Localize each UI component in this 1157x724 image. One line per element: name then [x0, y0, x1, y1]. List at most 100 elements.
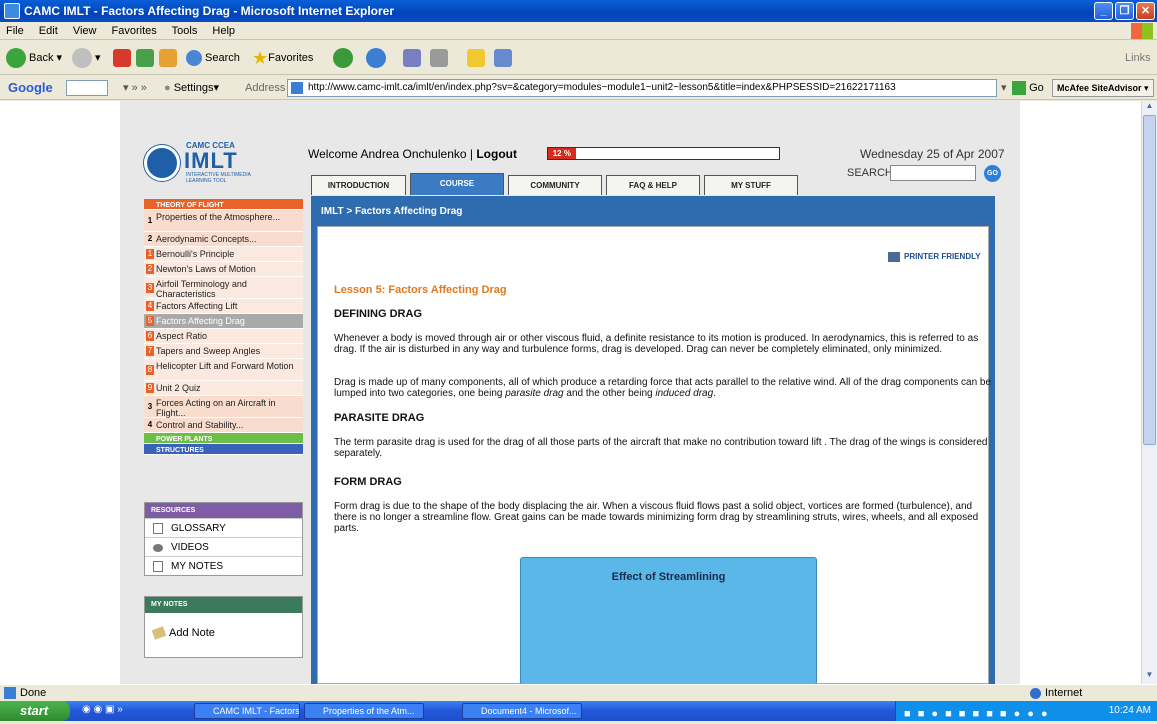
resource-glossary[interactable]: GLOSSARY [145, 518, 302, 537]
nav-item-forces[interactable]: 3 Forces Acting on an Aircraft in Flight.… [144, 396, 303, 418]
tray-icons[interactable]: ■ ■ ● ■ ■ ■ ■ ■ ● ● ● [904, 704, 1050, 724]
messenger-icon[interactable] [494, 49, 512, 67]
tab-course[interactable]: COURSE [410, 173, 504, 195]
tab-my-stuff[interactable]: MY STUFF [704, 175, 798, 195]
logout-link[interactable]: Logout [476, 147, 517, 161]
start-button[interactable]: start [0, 701, 70, 721]
mcafee-siteadvisor-button[interactable]: McAfee SiteAdvisor ▾ [1052, 79, 1154, 97]
task-camc-imlt[interactable]: CAMC IMLT - Factors ... [194, 703, 300, 719]
windows-logo-icon [1131, 23, 1153, 39]
paragraph-form-drag: Form drag is due to the shape of the bod… [334, 501, 979, 534]
quick-launch-icons[interactable]: ◉ ◉ ▣ » [82, 704, 123, 715]
heading-parasite-drag: PARASITE DRAG [334, 412, 425, 424]
scroll-up-icon[interactable]: ▲ [1142, 101, 1157, 115]
address-dropdown-icon[interactable]: ▾ [1001, 76, 1007, 100]
nav-item-atmosphere[interactable]: 1 Properties of the Atmosphere... [144, 210, 303, 232]
favorites-button[interactable]: ★Favorites [252, 46, 313, 70]
ie-app-icon [4, 3, 20, 19]
nav-power-plants-header[interactable]: POWER PLANTS [144, 433, 303, 444]
welcome-message: Welcome Andrea Onchulenko | Logout [308, 147, 517, 161]
document-icon [153, 523, 163, 534]
tab-faq-help[interactable]: FAQ & HELP [606, 175, 700, 195]
task-document4[interactable]: Document4 - Microsof... [462, 703, 582, 719]
print-icon[interactable] [430, 49, 448, 67]
search-label: SEARCH [847, 167, 893, 179]
tab-introduction[interactable]: INTRODUCTION [311, 175, 406, 195]
nav-item-unit2-quiz[interactable]: 9 Unit 2 Quiz [144, 381, 303, 396]
nav-item-aspect-ratio[interactable]: 6 Aspect Ratio [144, 329, 303, 344]
note-icon [151, 626, 167, 640]
menu-file[interactable]: File [6, 25, 24, 37]
window-titlebar: CAMC IMLT - Factors Affecting Drag - Mic… [0, 0, 1157, 22]
lesson-content-frame: IMLT > Factors Affecting Drag PRINTER FR… [311, 196, 995, 684]
refresh-icon[interactable] [136, 49, 154, 67]
scroll-down-icon[interactable]: ▼ [1142, 670, 1157, 684]
nav-item-tapers[interactable]: 7 Tapers and Sweep Angles [144, 344, 303, 359]
status-text: Done [20, 687, 47, 699]
current-date: Wednesday 25 of Apr 2007 [860, 147, 1005, 161]
nav-item-airfoil[interactable]: 3 Airfoil Terminology and Characteristics [144, 277, 303, 299]
nav-item-factors-drag[interactable]: 5 Factors Affecting Drag [144, 314, 303, 329]
resource-my-notes[interactable]: MY NOTES [145, 556, 302, 575]
course-navigation: THEORY OF FLIGHT 1 Properties of the Atmo… [144, 199, 303, 455]
home-icon[interactable] [159, 49, 177, 67]
mail-icon[interactable] [403, 49, 421, 67]
tab-community[interactable]: COMMUNITY [508, 175, 602, 195]
google-search-input[interactable] [66, 80, 108, 96]
go-button[interactable]: Go [1012, 76, 1044, 100]
address-input[interactable]: http://www.camc-imlt.ca/imlt/en/index.ph… [287, 79, 997, 97]
breadcrumb: IMLT > Factors Affecting Drag [321, 206, 463, 217]
windows-taskbar: start ◉ ◉ ▣ » CAMC IMLT - Factors ... Pr… [0, 701, 1157, 721]
nav-item-control-stability[interactable]: 4 Control and Stability... [144, 418, 303, 433]
site-search-go-button[interactable]: GO [984, 165, 1001, 182]
address-label: Address [245, 82, 286, 94]
gear-icon: ● [164, 82, 171, 94]
media-icon[interactable] [333, 48, 353, 68]
maximize-button[interactable]: ❐ [1115, 2, 1134, 20]
stop-icon[interactable] [113, 49, 131, 67]
system-tray: ■ ■ ● ■ ■ ■ ■ ■ ● ● ● 10:24 AM [895, 701, 1157, 721]
nav-item-factors-lift[interactable]: 4 Factors Affecting Lift [144, 299, 303, 314]
search-button[interactable]: Search [186, 46, 240, 70]
my-notes-header: MY NOTES [145, 597, 302, 613]
ie-page-icon [4, 687, 16, 699]
task-properties-atm[interactable]: Properties of the Atm... [304, 703, 424, 719]
add-note-button[interactable]: Add Note [151, 626, 215, 640]
resource-videos[interactable]: VIDEOS [145, 537, 302, 556]
links-label[interactable]: Links [1125, 46, 1151, 70]
menu-tools[interactable]: Tools [172, 25, 198, 37]
paragraph-drag-components: Drag is made up of many components, all … [334, 377, 992, 399]
history-icon[interactable] [366, 48, 386, 68]
imlt-logo: CAMC CCEA IMLT INTERACTIVE MULTIMEDIA LE… [144, 141, 294, 186]
nav-theory-of-flight-header[interactable]: THEORY OF FLIGHT [144, 199, 303, 210]
folder-icon[interactable] [467, 49, 485, 67]
scrollbar-thumb[interactable] [1143, 115, 1156, 445]
menu-help[interactable]: Help [212, 25, 235, 37]
nav-item-newton[interactable]: 2 Newton's Laws of Motion [144, 262, 303, 277]
printer-friendly-link[interactable]: PRINTER FRIENDLY [888, 252, 981, 262]
menu-bar: File Edit View Favorites Tools Help [0, 22, 1157, 40]
google-logo: Google [8, 80, 53, 95]
google-dropdown-icon[interactable]: ▾ » » [123, 76, 147, 100]
menu-view[interactable]: View [73, 25, 97, 37]
vertical-scrollbar[interactable]: ▲ ▼ [1141, 101, 1157, 684]
nav-item-aerodynamic-concepts[interactable]: 2 Aerodynamic Concepts... [144, 232, 303, 247]
course-progress-bar: 12 % [547, 147, 780, 160]
minimize-button[interactable]: _ [1094, 2, 1113, 20]
site-search-input[interactable] [890, 165, 976, 181]
status-bar: Done Internet [0, 684, 1157, 701]
nav-structures-header[interactable]: STRUCTURES [144, 444, 303, 455]
paragraph-defining-drag: Whenever a body is moved through air or … [334, 333, 979, 355]
nav-item-helicopter[interactable]: 8 Helicopter Lift and Forward Motion [144, 359, 303, 381]
close-button[interactable]: ✕ [1136, 2, 1155, 20]
menu-favorites[interactable]: Favorites [112, 25, 157, 37]
google-settings-button[interactable]: ● Settings▾ [164, 76, 219, 100]
printer-icon [888, 252, 900, 262]
streamlining-figure: Effect of Streamlining [520, 557, 817, 684]
back-button[interactable]: Back ▾ [6, 46, 62, 70]
figure-title: Effect of Streamlining [611, 571, 726, 583]
nav-item-bernoulli[interactable]: 1 Bernoulli's Principle [144, 247, 303, 262]
my-notes-panel: MY NOTES Add Note [144, 596, 303, 658]
forward-button[interactable]: ▾ [72, 46, 101, 70]
menu-edit[interactable]: Edit [39, 25, 58, 37]
